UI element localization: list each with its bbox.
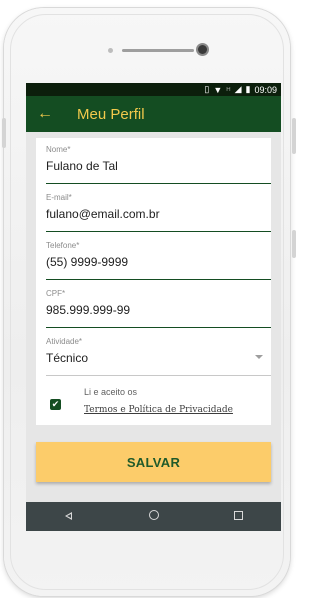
earpiece-speaker [122,49,194,52]
battery-icon: ▮ [245,84,251,94]
power-button [292,118,296,154]
field-underline [46,231,271,232]
save-button[interactable]: SALVAR [36,442,271,482]
status-time: 09:09 [254,84,277,95]
terms-text: Li e aceito os [84,387,138,397]
field-underline [46,327,271,328]
field-underline [46,183,271,184]
activity-label: Atividade* [46,337,83,346]
email-field[interactable]: E-mail* fulano@email.com.br [36,186,271,234]
back-nav-icon[interactable] [59,511,79,523]
vibrate-icon: ▯ [204,84,210,94]
terms-checkbox[interactable]: ✔ [50,399,61,410]
email-input[interactable]: fulano@email.com.br [46,207,271,221]
signal-icon: ◢ [234,84,242,94]
arrow-left-icon[interactable]: ← [37,105,59,123]
side-button [292,230,296,258]
cpf-input[interactable]: 985.999.999-99 [46,303,271,317]
name-input[interactable]: Fulano de Tal [46,159,271,173]
name-label: Nome* [46,145,71,154]
signal-h-icon: H [226,86,231,93]
cpf-field[interactable]: CPF* 985.999.999-99 [36,282,271,330]
proximity-sensor [198,45,207,54]
field-underline [46,375,271,376]
recents-nav-icon[interactable] [229,510,249,523]
check-icon: ✔ [51,399,60,409]
terms-row: ✔ Li e aceito os Termos e Política de Pr… [36,378,271,425]
cpf-label: CPF* [46,289,66,298]
volume-button [2,118,6,148]
phone-field[interactable]: Telefone* (55) 9999-9999 [36,234,271,282]
name-field[interactable]: Nome* Fulano de Tal [36,138,271,186]
dropdown-arrow-icon[interactable] [255,355,263,359]
activity-value[interactable]: Técnico [46,351,271,365]
front-camera [108,48,113,53]
terms-link[interactable]: Termos e Política de Privacidade [84,405,233,415]
activity-select[interactable]: Atividade* Técnico [36,330,271,378]
phone-input[interactable]: (55) 9999-9999 [46,255,271,269]
android-nav-bar [26,502,281,531]
email-label: E-mail* [46,193,72,202]
home-nav-icon[interactable] [144,510,164,523]
phone-screen: ▯ ▼ H ◢ ▮ 09:09 ← Meu Perfil Nome* Fulan… [26,83,281,531]
profile-form: Nome* Fulano de Tal E-mail* fulano@email… [36,138,271,425]
wifi-icon: ▼ [213,84,223,95]
status-bar: ▯ ▼ H ◢ ▮ 09:09 [26,83,281,96]
page-title: Meu Perfil [77,105,145,123]
app-bar: ← Meu Perfil [26,96,281,132]
field-underline [46,279,271,280]
phone-label: Telefone* [46,241,80,250]
